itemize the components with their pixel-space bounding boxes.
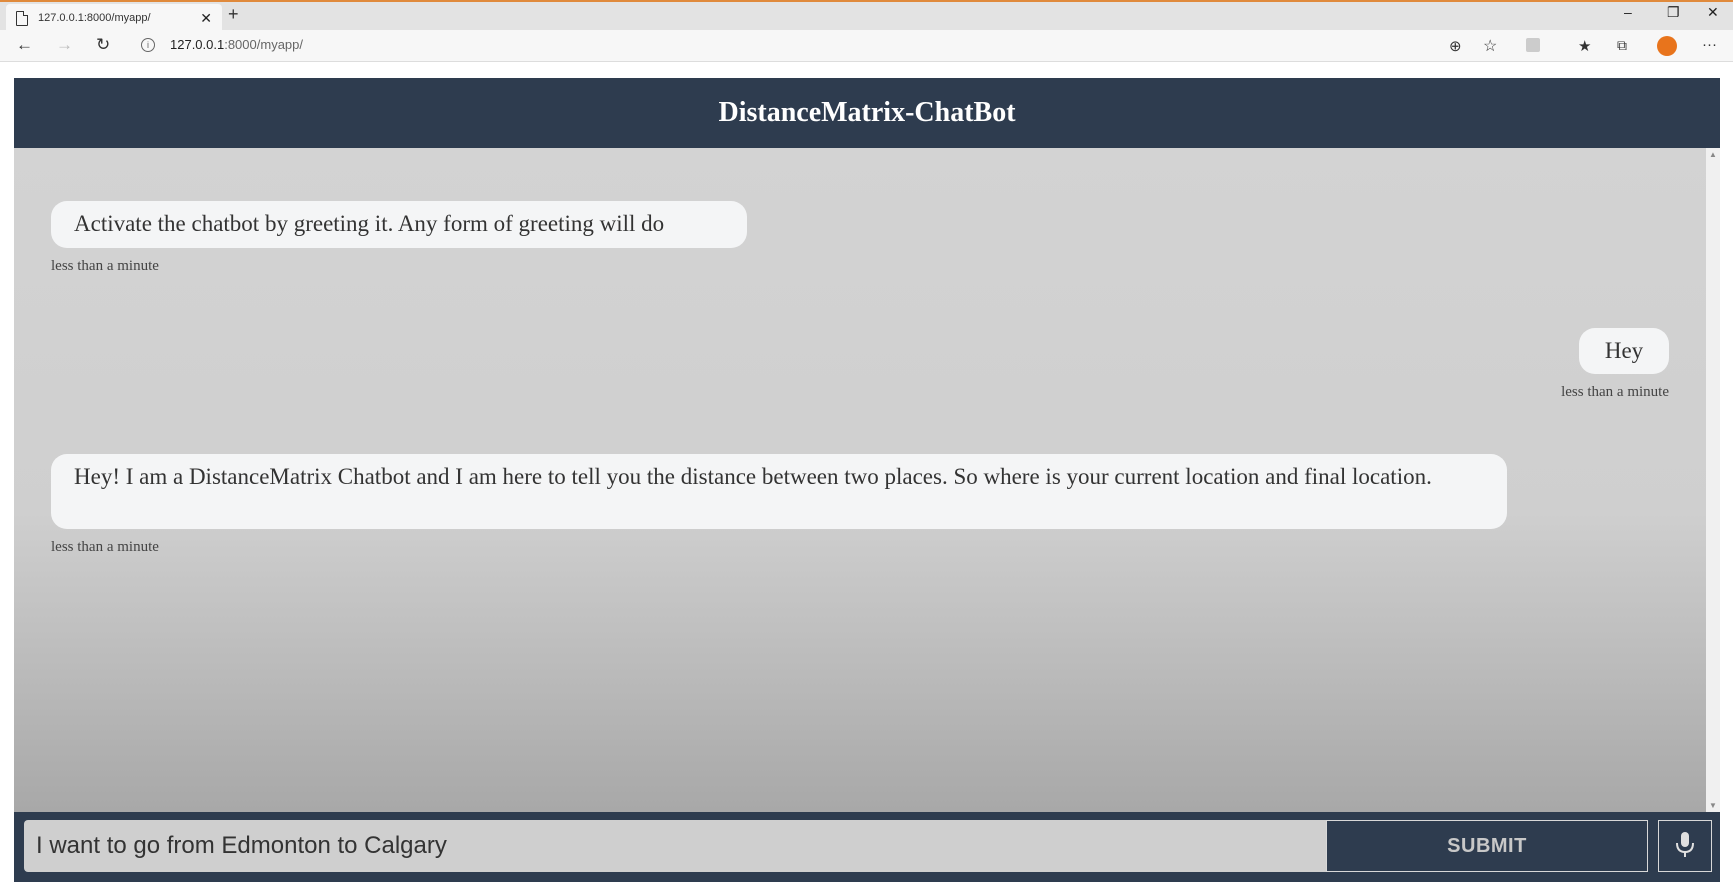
microphone-icon bbox=[1676, 831, 1694, 857]
avatar[interactable] bbox=[1657, 36, 1677, 56]
collections-icon[interactable]: ⧉ bbox=[1617, 37, 1627, 54]
favorites-list-icon[interactable]: ★ bbox=[1578, 37, 1591, 55]
chat-scrollbar[interactable]: ▲ ▼ bbox=[1706, 148, 1720, 812]
page-title: DistanceMatrix-ChatBot bbox=[718, 97, 1016, 128]
extension-icon[interactable] bbox=[1526, 38, 1540, 52]
page-icon bbox=[16, 10, 28, 26]
message-timestamp: less than a minute bbox=[51, 258, 159, 274]
message-text: Hey bbox=[1604, 338, 1644, 363]
submit-button[interactable]: SUBMIT bbox=[1326, 820, 1648, 872]
new-tab-button[interactable]: + bbox=[228, 4, 239, 25]
bot-message-bubble: Hey! I am a DistanceMatrix Chatbot and I… bbox=[51, 454, 1507, 529]
minimize-button[interactable]: – bbox=[1624, 4, 1632, 20]
refresh-icon[interactable]: ↻ bbox=[96, 35, 110, 55]
chat-area[interactable]: Activate the chatbot by greeting it. Any… bbox=[14, 148, 1706, 812]
url-path: :8000/myapp/ bbox=[224, 37, 303, 52]
more-menu-icon[interactable]: ··· bbox=[1702, 36, 1717, 53]
bot-message-bubble: Activate the chatbot by greeting it. Any… bbox=[51, 201, 747, 248]
tab-title: 127.0.0.1:8000/myapp/ bbox=[38, 12, 151, 24]
scroll-down-icon[interactable]: ▼ bbox=[1709, 801, 1717, 810]
restore-button[interactable]: ❐ bbox=[1667, 4, 1680, 21]
message-input[interactable] bbox=[24, 820, 1326, 872]
scroll-up-icon[interactable]: ▲ bbox=[1709, 150, 1717, 159]
site-info-icon[interactable]: i bbox=[141, 38, 155, 52]
message-text: Activate the chatbot by greeting it. Any… bbox=[74, 211, 665, 236]
favorite-star-icon[interactable]: ☆ bbox=[1483, 36, 1497, 56]
forward-arrow-icon[interactable]: → bbox=[56, 35, 73, 55]
address-bar[interactable]: 127.0.0.1:8000/myapp/ bbox=[170, 37, 303, 52]
browser-title-bar: 127.0.0.1:8000/myapp/ ✕ + – ❐ ✕ bbox=[0, 0, 1733, 32]
url-host: 127.0.0.1 bbox=[170, 37, 225, 52]
microphone-button[interactable] bbox=[1658, 820, 1712, 872]
tab-close-icon[interactable]: ✕ bbox=[200, 10, 212, 27]
input-bar: SUBMIT bbox=[14, 812, 1720, 882]
message-text: Hey! I am a DistanceMatrix Chatbot and I… bbox=[74, 464, 1432, 489]
message-timestamp: less than a minute bbox=[1561, 384, 1669, 400]
message-timestamp: less than a minute bbox=[51, 539, 159, 555]
window-close-button[interactable]: ✕ bbox=[1707, 4, 1719, 21]
zoom-icon[interactable]: ⊕ bbox=[1449, 37, 1462, 55]
user-message-bubble: Hey bbox=[1579, 328, 1669, 374]
browser-tab[interactable]: 127.0.0.1:8000/myapp/ ✕ bbox=[6, 4, 222, 32]
back-arrow-icon[interactable]: ← bbox=[16, 35, 33, 55]
app-header: DistanceMatrix-ChatBot bbox=[14, 78, 1720, 148]
browser-toolbar: ← → ↻ i 127.0.0.1:8000/myapp/ ⊕ ☆ ★ ⧉ ··… bbox=[0, 30, 1733, 62]
